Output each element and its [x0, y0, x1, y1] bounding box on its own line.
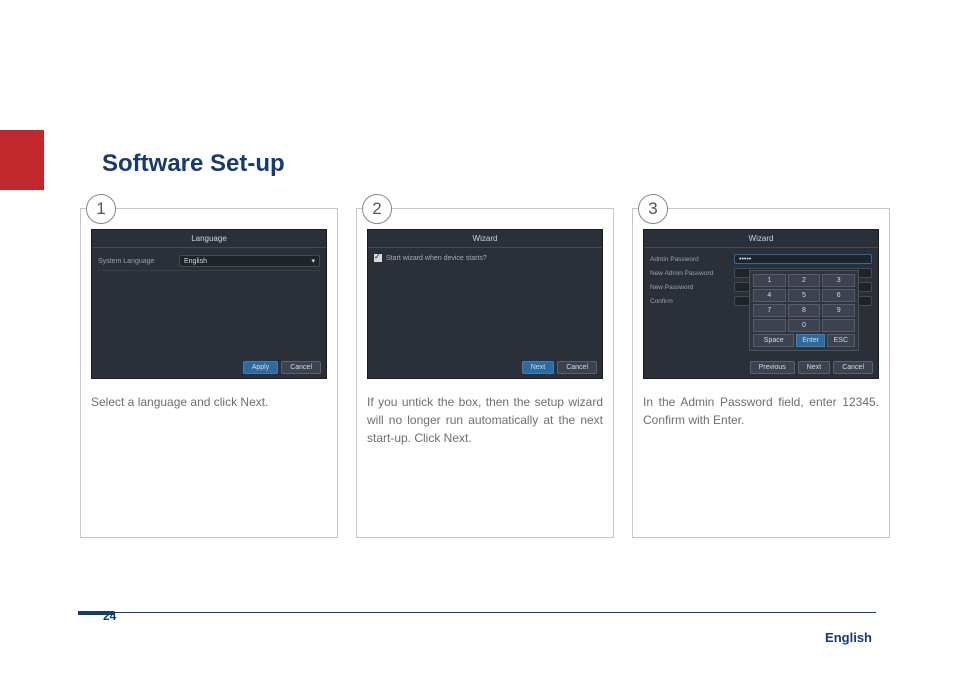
cancel-button[interactable]: Cancel	[833, 361, 873, 374]
key-0[interactable]: 0	[788, 319, 821, 332]
admin-password-label: Admin Password	[650, 256, 730, 263]
footer-language: English	[825, 630, 872, 645]
step-body: Wizard Admin Password ••••• New Admin Pa…	[632, 208, 890, 538]
new-admin-password-label: New Admin Password	[650, 270, 730, 277]
step-1: 1 Language System Language English ▾ App…	[80, 200, 338, 538]
step-caption: In the Admin Password field, enter 12345…	[643, 393, 879, 429]
previous-button[interactable]: Previous	[750, 361, 795, 374]
footer-rule	[78, 612, 876, 613]
step-number-badge: 2	[362, 194, 392, 224]
key-6[interactable]: 6	[822, 289, 855, 302]
step-number-badge: 3	[638, 194, 668, 224]
key-enter[interactable]: Enter	[796, 334, 824, 347]
key-8[interactable]: 8	[788, 304, 821, 317]
step-body: Language System Language English ▾ Apply…	[80, 208, 338, 538]
key-2[interactable]: 2	[788, 274, 821, 287]
dialog-title: Wizard	[644, 230, 878, 248]
key-space[interactable]: Space	[753, 334, 794, 347]
step-caption: Select a language and click Next.	[91, 393, 327, 411]
next-button[interactable]: Next	[798, 361, 830, 374]
chevron-down-icon: ▾	[311, 257, 315, 265]
screenshot-language-dialog: Language System Language English ▾ Apply…	[91, 229, 327, 379]
page-title: Software Set-up	[102, 150, 285, 178]
dialog-title: Language	[92, 230, 326, 248]
apply-button[interactable]: Apply	[243, 361, 279, 374]
step-caption: If you untick the box, then the setup wi…	[367, 393, 603, 447]
new-password-label: New Password	[650, 284, 730, 291]
cancel-button[interactable]: Cancel	[557, 361, 597, 374]
page-number: 24	[103, 609, 116, 623]
screenshot-wizard-start: Wizard Start wizard when device starts? …	[367, 229, 603, 379]
confirm-label: Confirm	[650, 298, 730, 305]
key-7[interactable]: 7	[753, 304, 786, 317]
system-language-label: System Language	[98, 258, 173, 265]
step-number-badge: 1	[86, 194, 116, 224]
start-wizard-label: Start wizard when device starts?	[386, 255, 487, 262]
steps-row: 1 Language System Language English ▾ App…	[80, 200, 890, 538]
step-body: Wizard Start wizard when device starts? …	[356, 208, 614, 538]
key-3[interactable]: 3	[822, 274, 855, 287]
numeric-keypad: 1 2 3 4 5 6 7 8 9	[749, 270, 859, 351]
cancel-button[interactable]: Cancel	[281, 361, 321, 374]
system-language-value: English	[184, 258, 207, 265]
key-blank-left[interactable]	[753, 319, 786, 332]
admin-password-field[interactable]: •••••	[734, 254, 872, 264]
system-language-select[interactable]: English ▾	[179, 255, 320, 267]
key-esc[interactable]: ESC	[827, 334, 855, 347]
key-5[interactable]: 5	[788, 289, 821, 302]
dialog-title: Wizard	[368, 230, 602, 248]
screenshot-wizard-password: Wizard Admin Password ••••• New Admin Pa…	[643, 229, 879, 379]
start-wizard-checkbox[interactable]	[374, 254, 382, 262]
key-blank-right[interactable]	[822, 319, 855, 332]
red-margin-tab	[0, 130, 44, 190]
key-1[interactable]: 1	[753, 274, 786, 287]
step-3: 3 Wizard Admin Password ••••• New Admin …	[632, 200, 890, 538]
key-9[interactable]: 9	[822, 304, 855, 317]
step-2: 2 Wizard Start wizard when device starts…	[356, 200, 614, 538]
next-button[interactable]: Next	[522, 361, 554, 374]
key-4[interactable]: 4	[753, 289, 786, 302]
